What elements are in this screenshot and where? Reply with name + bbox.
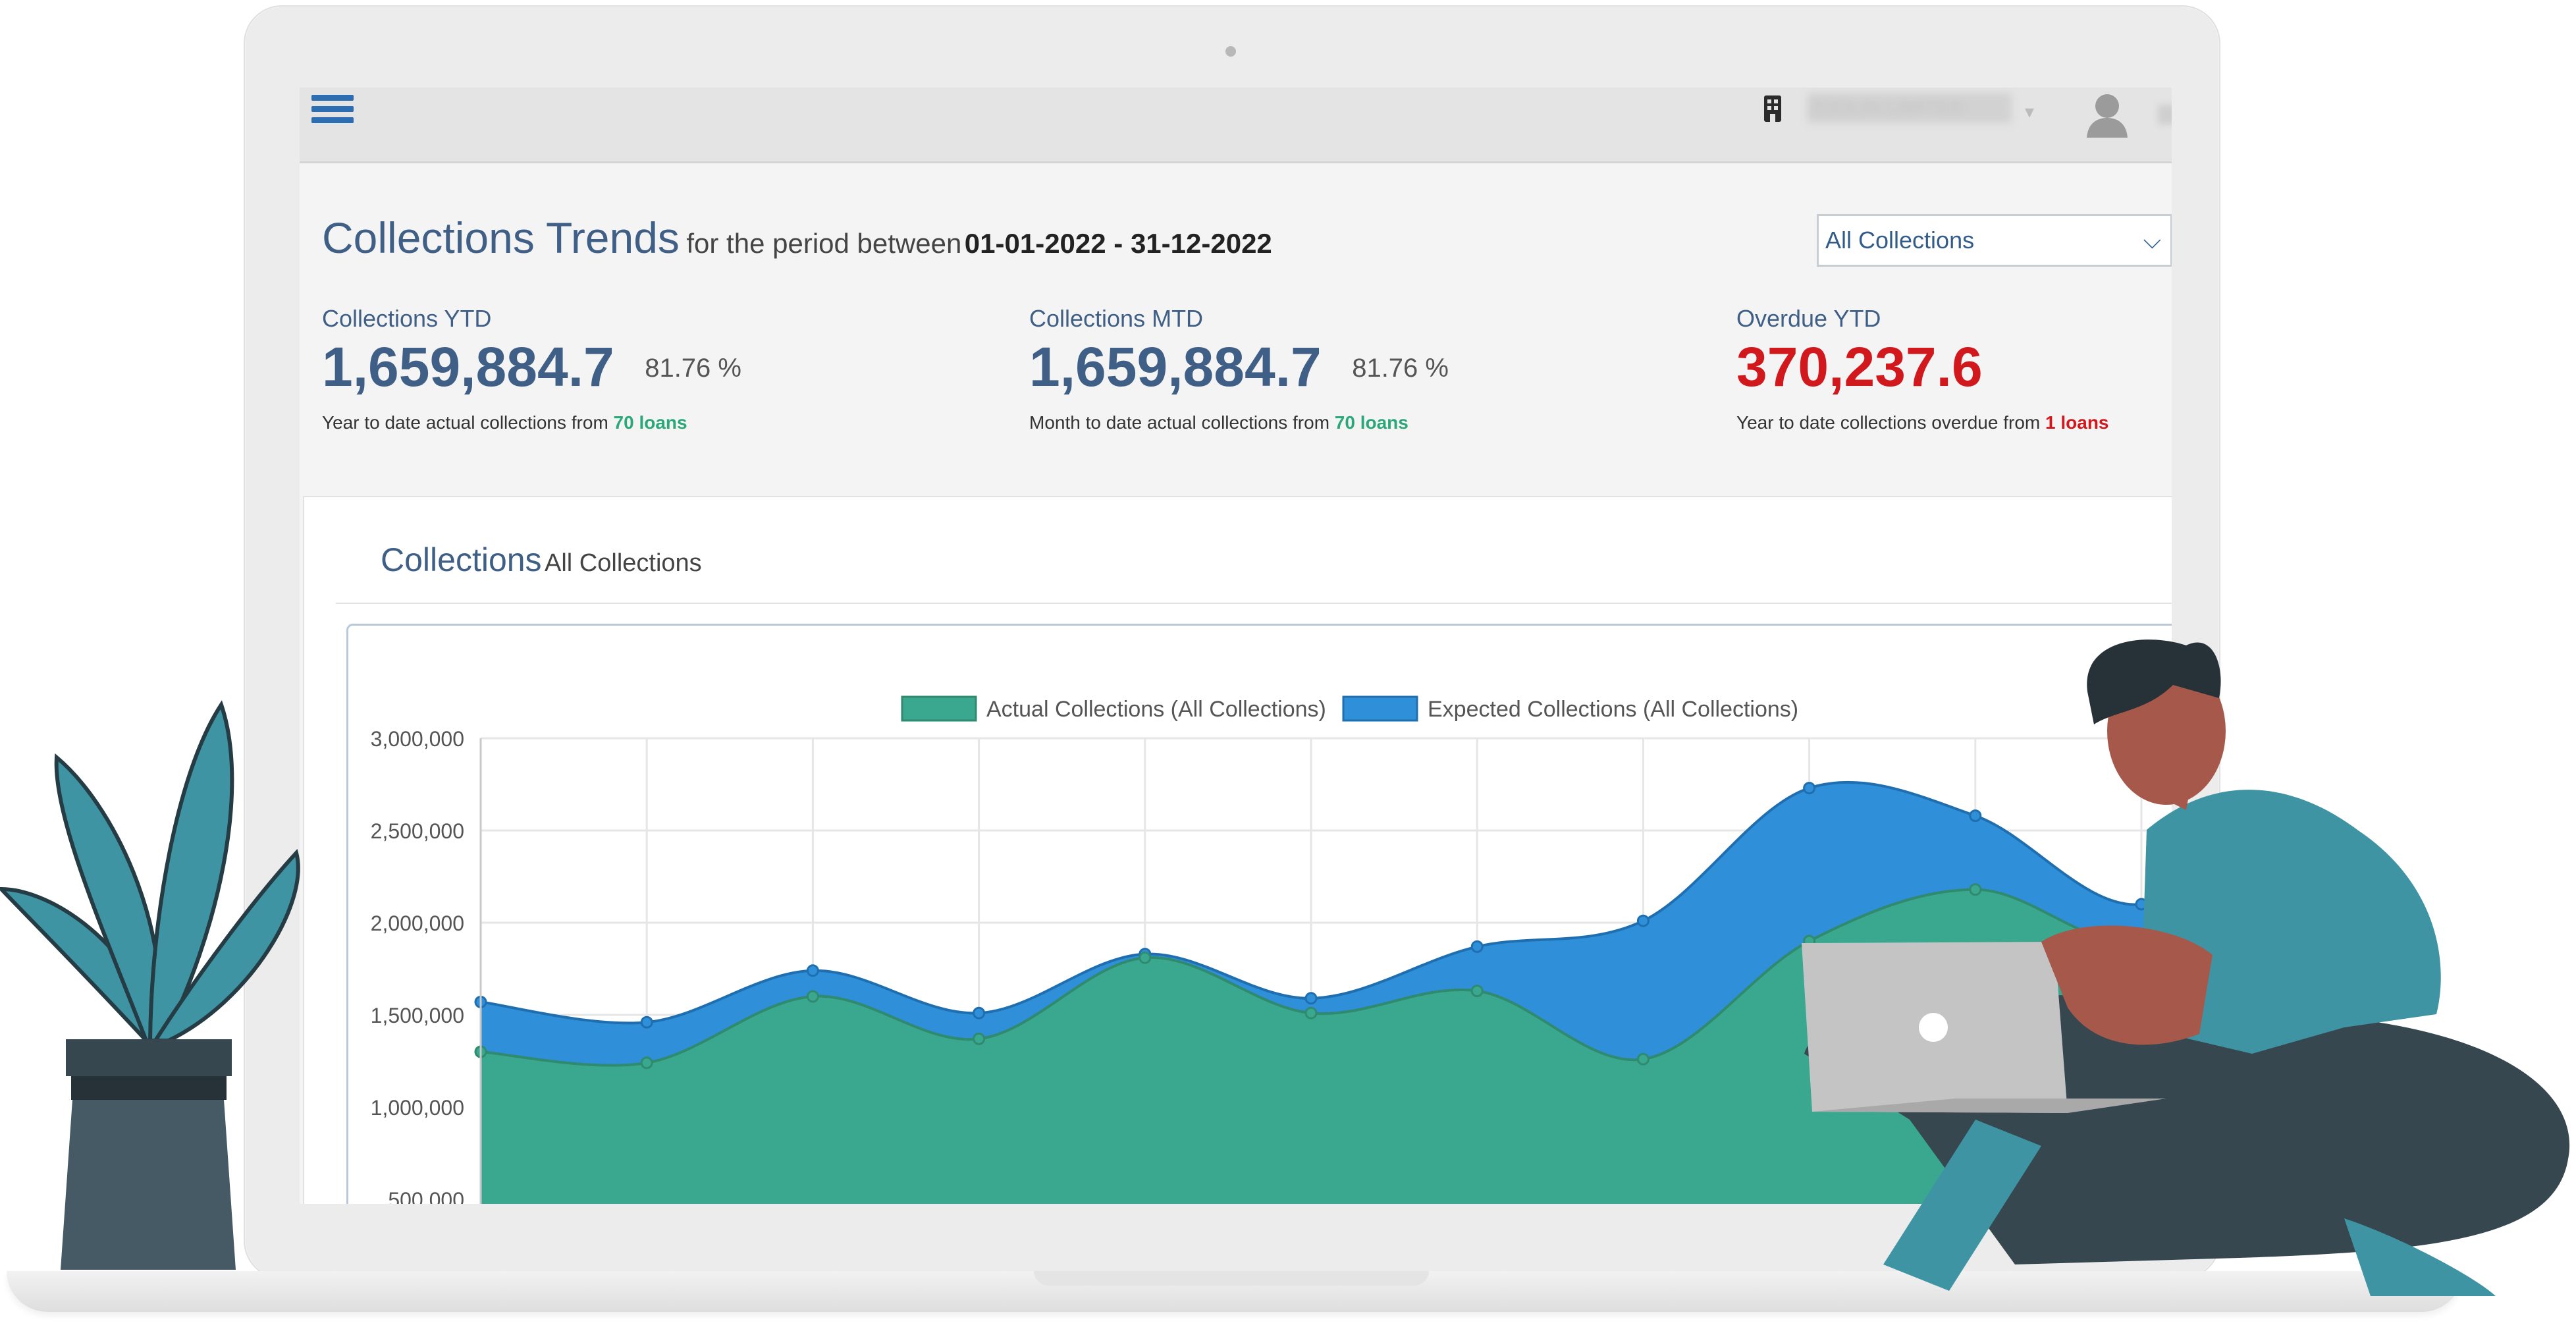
expected-collections-point[interactable] — [1470, 940, 1484, 953]
collections-area-chart: 3,000,000 2,500,000 2,000,000 1,500,000 1,00… — [371, 695, 2172, 1204]
expected-collections-point[interactable] — [640, 1016, 653, 1029]
laptop-base-notch — [1034, 1271, 1429, 1286]
y-tick-label: 1,000,000 — [371, 1096, 464, 1120]
actual-collections-point[interactable] — [640, 1056, 653, 1070]
legend-label[interactable]: Expected Collections (All Collections) — [1428, 697, 1798, 722]
legend-swatch[interactable] — [1342, 695, 1418, 722]
y-tick-label: 3,000,000 — [371, 727, 464, 751]
actual-collections-point[interactable] — [2135, 935, 2148, 948]
laptop-camera — [1225, 46, 1236, 57]
y-tick-label: 500,000 — [388, 1188, 464, 1204]
app-screen: ZOOLIN LIMITED ▾ Collections Trends for … — [300, 88, 2172, 1204]
expected-collections-point[interactable] — [1803, 782, 1816, 795]
expected-collections-point[interactable] — [1304, 992, 1318, 1005]
expected-collections-point[interactable] — [973, 1006, 986, 1019]
actual-collections-point[interactable] — [806, 990, 819, 1003]
actual-collections-point[interactable] — [973, 1032, 986, 1045]
actual-collections-point[interactable] — [1969, 883, 1982, 896]
expected-collections-point[interactable] — [1969, 809, 1982, 823]
actual-collections-point[interactable] — [1304, 1006, 1318, 1019]
actual-collections-point[interactable] — [1803, 935, 1816, 948]
y-tick-label: 1,500,000 — [371, 1004, 464, 1027]
expected-collections-point[interactable] — [806, 964, 819, 977]
actual-collections-point[interactable] — [1636, 1052, 1650, 1066]
y-tick-label: 2,500,000 — [371, 819, 464, 843]
legend-swatch[interactable] — [901, 695, 977, 722]
actual-collections-point[interactable] — [1139, 951, 1152, 964]
expected-collections-point[interactable] — [1636, 914, 1650, 927]
expected-collections-point[interactable] — [2135, 898, 2148, 911]
actual-collections-point[interactable] — [1470, 985, 1484, 998]
y-tick-label: 2,000,000 — [371, 911, 464, 935]
legend-label[interactable]: Actual Collections (All Collections) — [986, 697, 1326, 722]
